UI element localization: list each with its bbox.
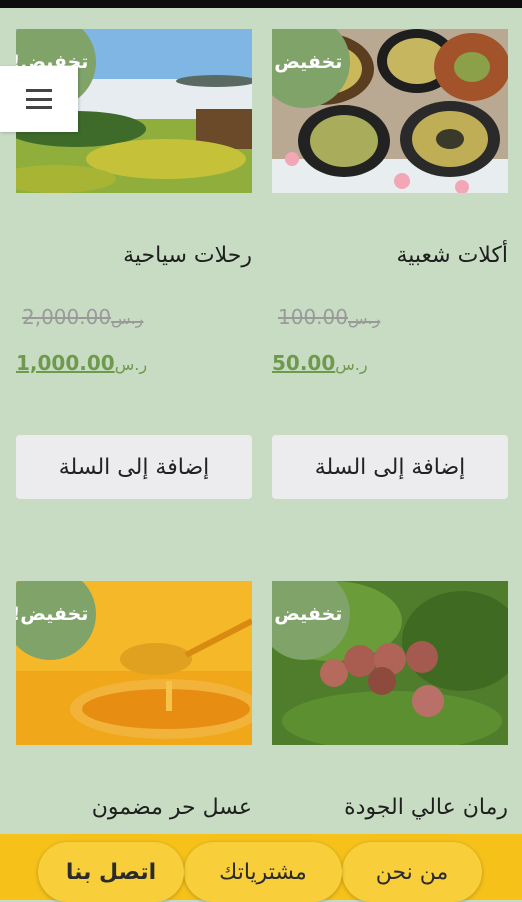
hamburger-icon	[26, 89, 52, 109]
product-name[interactable]: رحلات سياحية	[16, 243, 252, 268]
product-name[interactable]: عسل حر مضمون	[16, 795, 252, 820]
product-name[interactable]: أكلات شعبية	[272, 243, 508, 268]
product-grid: تخفيض! أكلات شعبية 100.00ر.س 50.00ر.س إض…	[0, 8, 522, 900]
product-image[interactable]: تخفيض!	[272, 29, 508, 193]
sale-price: 50.00ر.س	[272, 351, 368, 375]
product-image[interactable]: تخفيض!	[16, 581, 252, 745]
old-price: 2,000.00ر.س	[22, 305, 144, 329]
product-card[interactable]: تخفيض! أكلات شعبية 100.00ر.س 50.00ر.س إض…	[272, 29, 508, 499]
nav-contact-button[interactable]: اتصل بنا	[38, 842, 184, 902]
add-to-cart-button[interactable]: إضافة إلى السلة	[272, 435, 508, 499]
product-image[interactable]: تخفيض!	[272, 581, 508, 745]
product-name[interactable]: رمان عالي الجودة	[272, 795, 508, 820]
add-to-cart-button[interactable]: إضافة إلى السلة	[16, 435, 252, 499]
bottom-navigation: من نحن مشترياتك اتصل بنا	[0, 834, 522, 902]
menu-button[interactable]	[0, 66, 78, 132]
nav-about-button[interactable]: من نحن	[342, 842, 482, 902]
sale-price: 1,000.00ر.س	[16, 351, 148, 375]
old-price: 100.00ر.س	[278, 305, 381, 329]
nav-purchases-button[interactable]: مشترياتك	[184, 842, 342, 902]
status-bar	[0, 0, 522, 8]
product-card[interactable]: تخفيض! رمان عالي الجودة	[272, 581, 508, 820]
product-card[interactable]: تخفيض! عسل حر مضمون	[16, 581, 252, 820]
